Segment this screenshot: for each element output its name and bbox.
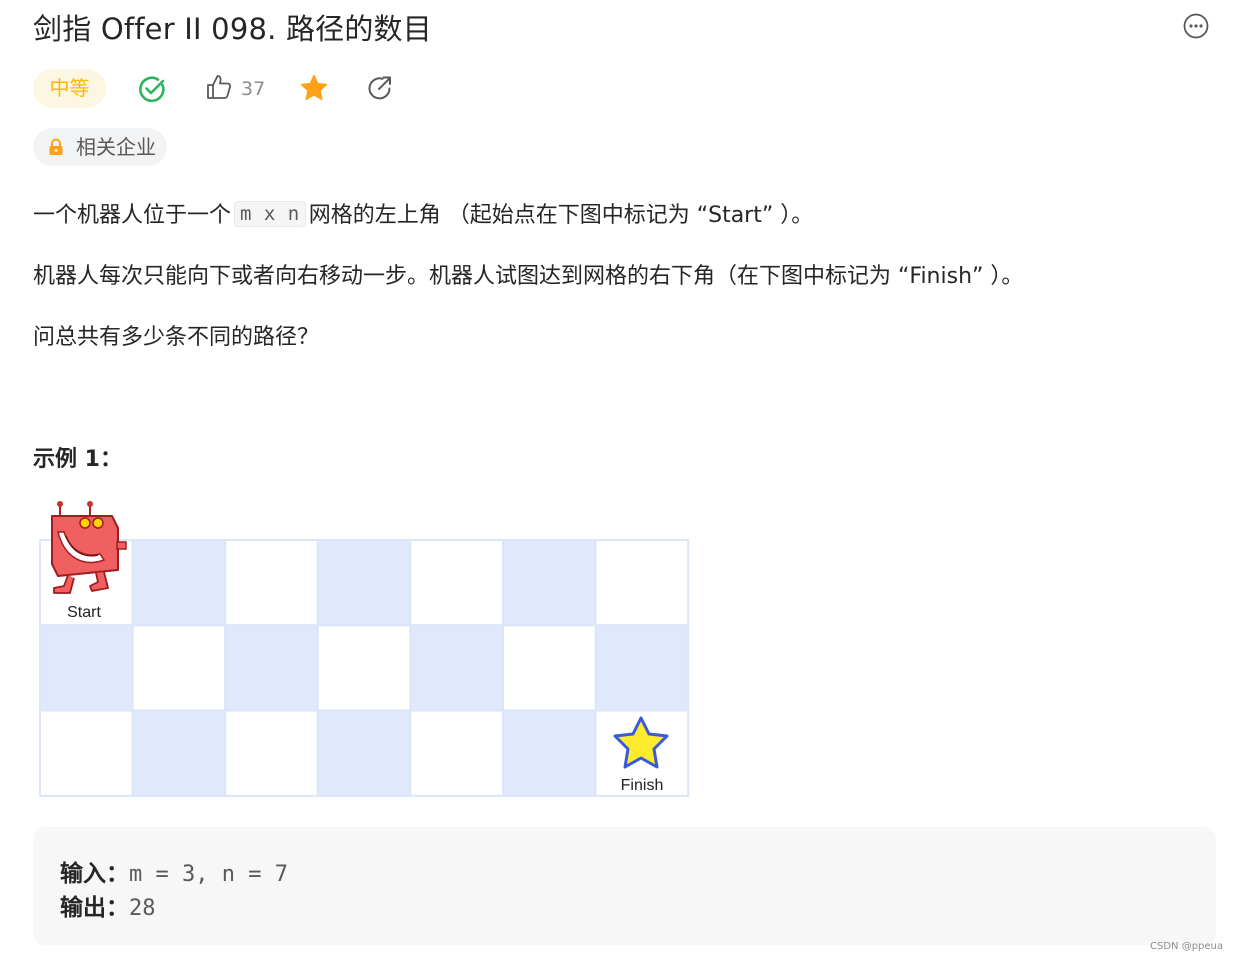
grid-cell <box>409 709 504 797</box>
like-count: 37 <box>241 78 266 100</box>
grid-cell <box>594 539 690 627</box>
example-io-box: 输入：m = 3, n = 7 输出：28 <box>33 827 1216 945</box>
grid-cell <box>131 709 227 797</box>
grid-cell <box>502 539 597 627</box>
grid-cell <box>131 539 227 627</box>
output-label: 输出： <box>60 895 129 921</box>
more-horizontal-icon <box>1183 13 1209 39</box>
grid-cell <box>316 539 412 627</box>
grid-illustration: Start Finish <box>39 501 690 797</box>
check-circle-icon <box>139 76 165 103</box>
grid-cell <box>502 709 597 797</box>
grid-cell <box>409 539 504 627</box>
more-options-button[interactable] <box>1182 12 1210 40</box>
description-text: 一个机器人位于一个 <box>33 203 232 228</box>
related-companies-tag[interactable]: 相关企业 <box>33 128 167 166</box>
start-label: Start <box>67 604 101 621</box>
problem-page: 剑指 Offer II 098. 路径的数目 中等 37 相关企业 一个机器人位… <box>0 0 1235 962</box>
example-output-line: 输出：28 <box>60 888 156 922</box>
share-button[interactable] <box>366 74 394 106</box>
grid-cell <box>224 709 319 797</box>
grid-cell <box>594 624 690 712</box>
grid-cell <box>39 709 134 797</box>
description-paragraph-1: 一个机器人位于一个 m x n 网格的左上角 （起始点在下图中标记为 “Start”… <box>33 197 813 229</box>
problem-title: 剑指 Offer II 098. 路径的数目 <box>33 12 432 46</box>
example-input-line: 输入：m = 3, n = 7 <box>60 854 288 888</box>
grid-cell <box>316 624 412 712</box>
grid-cell <box>39 624 134 712</box>
thumbs-up-icon <box>207 75 232 99</box>
difficulty-badge[interactable]: 中等 <box>33 69 106 108</box>
description-text: 网格的左上角 （起始点在下图中标记为 “Start” ）。 <box>308 203 814 228</box>
finish-label: Finish <box>621 777 664 794</box>
watermark: CSDN @ppeua <box>1150 941 1224 952</box>
output-value: 28 <box>129 896 156 921</box>
input-value: m = 3, n = 7 <box>129 862 288 887</box>
input-label: 输入： <box>60 861 129 887</box>
grid-cell <box>502 624 597 712</box>
example-heading: 示例 1： <box>33 447 122 472</box>
grid-cell <box>224 624 319 712</box>
share-icon <box>368 76 391 100</box>
description-paragraph-3: 问总共有多少条不同的路径？ <box>33 325 320 350</box>
favorite-button[interactable] <box>299 73 329 107</box>
grid-cell <box>409 624 504 712</box>
grid-cell <box>131 624 227 712</box>
description-paragraph-2: 机器人每次只能向下或者向右移动一步。机器人试图达到网格的右下角（在下图中标记为 … <box>33 264 1024 289</box>
grid-cell <box>316 709 412 797</box>
like-button[interactable] <box>205 73 233 105</box>
solved-status-button[interactable] <box>137 74 167 108</box>
grid-cell <box>224 539 319 627</box>
related-companies-label: 相关企业 <box>76 135 156 159</box>
star-icon <box>300 74 328 101</box>
inline-code: m x n <box>234 201 306 227</box>
robot-grid-figure: Start Finish <box>38 498 690 800</box>
lock-icon <box>49 138 63 155</box>
